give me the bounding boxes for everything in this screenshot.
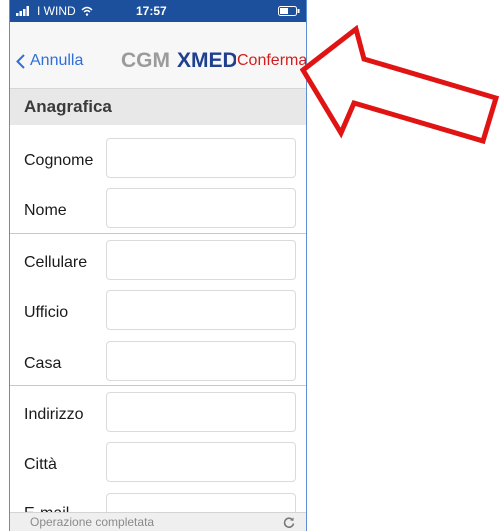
section-title: Anagrafica	[24, 97, 112, 116]
chevron-left-icon	[16, 53, 25, 69]
form-row-casa: Casa	[10, 339, 306, 389]
form-row-cognome: Cognome	[10, 135, 306, 185]
nome-input[interactable]	[106, 188, 296, 228]
citta-input[interactable]	[106, 442, 296, 482]
carrier-name: I WIND	[37, 4, 76, 18]
group-divider	[10, 233, 306, 234]
field-label-nome: Nome	[24, 202, 67, 219]
cognome-input[interactable]	[106, 138, 296, 178]
logo-cgm-text: CGM	[121, 49, 170, 72]
cellulare-input[interactable]	[106, 240, 296, 280]
casa-input[interactable]	[106, 341, 296, 381]
field-label-casa: Casa	[24, 355, 62, 372]
form-row-indirizzo: Indirizzo	[10, 389, 306, 439]
form-row-ufficio: Ufficio	[10, 288, 306, 338]
field-label-ufficio: Ufficio	[24, 304, 69, 321]
refresh-icon[interactable]	[283, 516, 295, 528]
signal-icon	[16, 6, 29, 16]
field-label-citta: Città	[24, 456, 57, 473]
toast-message: Operazione completata	[30, 515, 155, 529]
confirm-button[interactable]: Conferma	[236, 52, 306, 70]
field-label-cognome: Cognome	[24, 152, 94, 169]
navigation-bar: Annulla CGM XMEDICAL Conferma	[10, 22, 306, 89]
form-row-citta: Città	[10, 440, 306, 490]
status-bar: I WIND 17:57	[10, 0, 306, 22]
cancel-button-label: Annulla	[30, 52, 84, 69]
section-header: Anagrafica	[10, 89, 306, 125]
field-label-cellulare: Cellulare	[24, 254, 88, 271]
status-toast: Operazione completata	[10, 512, 306, 531]
form-row-cellulare: Cellulare	[10, 237, 306, 287]
field-label-indirizzo: Indirizzo	[24, 406, 84, 423]
group-divider	[10, 385, 306, 386]
form-row-nome: Nome	[10, 186, 306, 236]
cancel-button[interactable]: Annulla	[16, 52, 83, 70]
ufficio-input[interactable]	[106, 290, 296, 330]
red-arrow-icon	[300, 24, 500, 145]
clock-time: 17:57	[136, 4, 167, 18]
battery-icon	[278, 6, 300, 16]
phone-screen: I WIND 17:57 Annulla CGM XMEDICAL Conferm…	[10, 0, 306, 531]
wifi-icon	[81, 6, 93, 16]
indirizzo-input[interactable]	[106, 392, 296, 432]
